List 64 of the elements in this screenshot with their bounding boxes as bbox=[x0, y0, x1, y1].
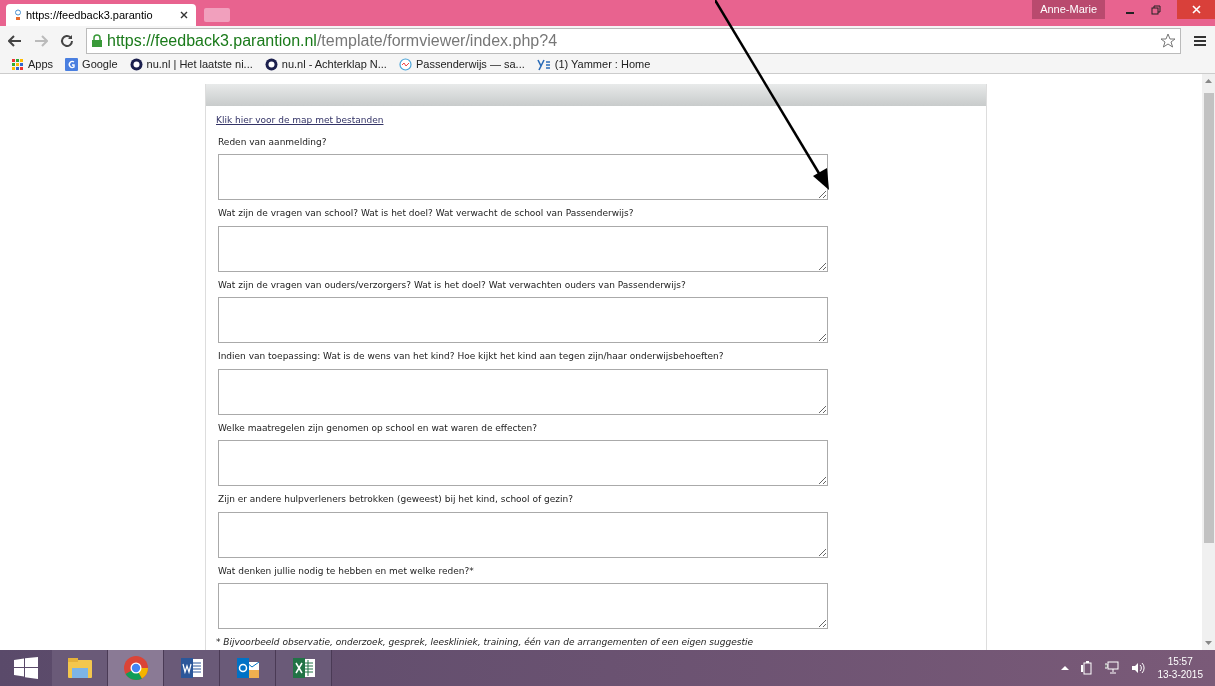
battery-icon[interactable] bbox=[1081, 661, 1094, 675]
excel-app-icon bbox=[290, 656, 317, 680]
clock-date: 13-3-2015 bbox=[1157, 668, 1203, 681]
question-label: Welke maatregelen zijn genomen op school en wat waren de effecten? bbox=[218, 422, 539, 435]
reload-icon[interactable] bbox=[60, 33, 74, 48]
circle-logo-icon bbox=[398, 58, 412, 72]
lock-icon bbox=[91, 33, 103, 48]
show-hidden-icon[interactable] bbox=[1061, 665, 1070, 671]
answer-box[interactable] bbox=[218, 583, 828, 630]
restore-icon[interactable] bbox=[1151, 5, 1161, 15]
page-favicon bbox=[14, 9, 22, 22]
network-icon[interactable] bbox=[1105, 661, 1120, 675]
answer-box[interactable] bbox=[218, 226, 828, 272]
outlook-app-icon bbox=[234, 656, 261, 680]
scroll-thumb[interactable] bbox=[1203, 93, 1214, 544]
taskbar-app-button[interactable] bbox=[164, 650, 220, 686]
files-link[interactable]: Klik hier voor de map met bestanden bbox=[216, 114, 976, 128]
folder-icon bbox=[66, 656, 93, 680]
chrome-logo-icon bbox=[122, 655, 149, 681]
question-label: Zijn er andere hulpverleners betrokken (geweest) bij het kind, school of gezin? bbox=[218, 493, 574, 507]
y-logo-icon bbox=[536, 58, 551, 72]
close-icon bbox=[1191, 5, 1201, 14]
scrollbar[interactable] bbox=[1202, 74, 1215, 650]
scroll-down-icon[interactable] bbox=[1205, 641, 1212, 646]
google-g-icon bbox=[65, 58, 79, 72]
question-label: Indien van toepassing: Wat is de wens van het kind? Hoe kijkt het kind aan tegen zijn/haar onderwijsbehoeften? bbox=[218, 350, 725, 364]
tab-title: https://feedback3.parantio bbox=[26, 7, 153, 23]
back-arrow-icon[interactable] bbox=[8, 34, 22, 47]
question-label: Wat denken jullie nodig te hebben en met welke reden?* bbox=[218, 565, 475, 578]
clock[interactable]: 15:57 13-3-2015 bbox=[1157, 655, 1203, 681]
bookmark-link[interactable]: nu.nl | Het laatste ni... bbox=[146, 56, 253, 73]
menu-icon[interactable] bbox=[1193, 34, 1207, 47]
profile-name[interactable]: Anne-Marie bbox=[1032, 0, 1105, 19]
answer-box[interactable] bbox=[218, 369, 828, 415]
question-label: Wat zijn de vragen van school? Wat is het doel? Wat verwacht de school van Passenderwijs? bbox=[218, 207, 635, 221]
answer-box[interactable] bbox=[218, 297, 828, 344]
url-text: https://feedback3.parantion.nl/template/formviewer/index.php?4 bbox=[107, 30, 558, 51]
footnote-text: * Bijvoorbeeld observatie, onderzoek, gesprek, leeskliniek, training, één van de arrangementen of een eigen suggestie bbox=[216, 636, 754, 650]
round-logo-icon bbox=[129, 58, 143, 72]
question-label: Wat zijn de vragen van ouders/verzorgers? Wat is het doel? Wat verwachten ouders van Passenderwijs? bbox=[218, 279, 687, 292]
taskbar-app-button[interactable] bbox=[220, 650, 276, 686]
apps-grid-icon bbox=[12, 58, 24, 71]
taskbar-app-button[interactable] bbox=[276, 650, 332, 686]
answer-box[interactable] bbox=[218, 512, 828, 558]
answer-box[interactable] bbox=[218, 440, 828, 487]
bookmark-link[interactable]: nu.nl - Achterklap N... bbox=[281, 56, 387, 73]
windows-logo-icon bbox=[14, 657, 38, 679]
scroll-up-icon[interactable] bbox=[1205, 78, 1212, 84]
bookmark-link[interactable]: (1) Yammer : Home bbox=[554, 56, 651, 73]
star-icon[interactable] bbox=[1160, 32, 1176, 49]
bookmark-link[interactable]: Apps bbox=[28, 56, 54, 73]
bookmark-link[interactable]: Google bbox=[82, 56, 118, 73]
answer-box[interactable] bbox=[218, 154, 828, 201]
bookmark-link[interactable]: Passenderwijs — sa... bbox=[415, 56, 525, 73]
taskbar-app-button[interactable] bbox=[52, 650, 108, 686]
question-label: Reden van aanmelding? bbox=[218, 136, 328, 149]
word-app-icon bbox=[178, 656, 205, 680]
speaker-icon[interactable] bbox=[1131, 662, 1146, 674]
close-icon[interactable] bbox=[180, 11, 188, 20]
clock-time: 15:57 bbox=[1167, 655, 1193, 668]
close-window-button[interactable] bbox=[1177, 0, 1215, 19]
browser-tab[interactable]: https://feedback3.parantio bbox=[6, 4, 196, 27]
address-bar[interactable]: https://feedback3.parantion.nl/template/formviewer/index.php?4 bbox=[86, 27, 1181, 54]
round-logo-icon bbox=[264, 58, 278, 72]
